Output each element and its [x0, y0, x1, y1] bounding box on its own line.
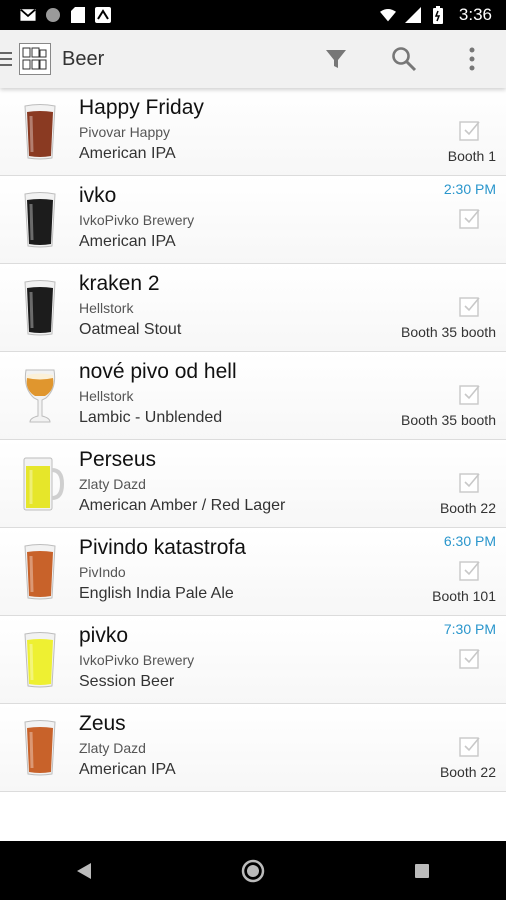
brewery-name: Hellstork — [79, 300, 134, 316]
status-bar: 3:36 — [0, 0, 506, 30]
brewery-name: IvkoPivko Brewery — [79, 652, 195, 668]
beer-glass-icon — [20, 278, 60, 338]
app-title: Beer — [62, 47, 105, 70]
beer-name: nové pivo od hell — [79, 360, 237, 383]
checkin-checkbox-icon[interactable] — [459, 383, 480, 405]
beer-glass-icon — [20, 542, 60, 602]
list-item[interactable]: kraken 2 Hellstork Oatmeal Stout Booth 3… — [0, 264, 506, 352]
beer-name: Pivindo katastrofa — [79, 536, 246, 559]
brewery-name: Zlaty Dazd — [79, 476, 146, 492]
booth-label: Booth 1 — [447, 148, 496, 164]
checkin-checkbox-icon[interactable] — [459, 207, 480, 229]
navigation-bar — [0, 841, 506, 900]
beer-glass-icon — [20, 630, 60, 690]
list-item[interactable]: Happy Friday Pivovar Happy American IPA … — [0, 88, 506, 176]
beer-list: Happy Friday Pivovar Happy American IPA … — [0, 88, 506, 792]
booth-label: Booth 35 booth — [401, 324, 496, 340]
brewery-name: IvkoPivko Brewery — [79, 212, 195, 228]
beer-style: Lambic - Unblended — [79, 409, 223, 426]
signal-icon — [404, 7, 421, 23]
menu-icon[interactable] — [0, 49, 14, 69]
beer-glass-icon — [20, 366, 60, 426]
event-time: 7:30 PM — [443, 621, 496, 637]
beer-glass-icon — [20, 454, 65, 514]
booth-label: Booth 22 — [439, 764, 496, 780]
checkin-checkbox-icon[interactable] — [459, 647, 480, 669]
search-icon[interactable] — [380, 35, 428, 83]
checkin-checkbox-icon[interactable] — [459, 735, 480, 757]
list-item[interactable]: ivko IvkoPivko Brewery American IPA 2:30… — [0, 176, 506, 264]
status-time: 3:36 — [458, 5, 492, 24]
app-bar: Beer — [0, 30, 506, 88]
back-icon[interactable] — [54, 846, 114, 896]
checkin-checkbox-icon[interactable] — [459, 295, 480, 317]
brewery-name: Zlaty Dazd — [79, 740, 146, 756]
beer-style: American IPA — [79, 233, 176, 250]
booth-label: Booth 101 — [432, 588, 496, 604]
app-logo[interactable] — [19, 43, 51, 75]
beer-glass-icon — [20, 102, 60, 162]
beer-style: Oatmeal Stout — [79, 321, 182, 338]
wifi-icon — [379, 7, 396, 23]
more-vert-icon[interactable] — [448, 35, 496, 83]
booth-label: Booth 22 — [439, 500, 496, 516]
battery-icon — [430, 6, 446, 24]
brewery-name: PivIndo — [79, 564, 126, 580]
list-item[interactable]: Pivindo katastrofa PivIndo English India… — [0, 528, 506, 616]
beer-glass-icon — [20, 718, 60, 778]
home-icon[interactable] — [223, 846, 283, 896]
beer-name: kraken 2 — [79, 272, 160, 295]
list-item[interactable]: Perseus Zlaty Dazd American Amber / Red … — [0, 440, 506, 528]
brewery-name: Hellstork — [79, 388, 134, 404]
list-item[interactable]: pivko IvkoPivko Brewery Session Beer 7:3… — [0, 616, 506, 704]
beer-name: ivko — [79, 184, 117, 207]
event-time: 6:30 PM — [443, 533, 496, 549]
beer-style: American Amber / Red Lager — [79, 497, 286, 514]
checkin-checkbox-icon[interactable] — [459, 559, 480, 581]
booth-label: Booth 35 booth — [401, 412, 496, 428]
beer-name: Zeus — [79, 712, 126, 735]
event-time: 2:30 PM — [443, 181, 496, 197]
filter-icon[interactable] — [312, 35, 360, 83]
beer-style: English India Pale Ale — [79, 585, 234, 602]
untappd-icon — [95, 7, 111, 23]
list-item[interactable]: Zeus Zlaty Dazd American IPA Booth 22 — [0, 704, 506, 792]
list-item[interactable]: nové pivo od hell Hellstork Lambic - Unb… — [0, 352, 506, 440]
circle-icon — [45, 7, 61, 23]
beer-style: American IPA — [79, 145, 176, 162]
beer-name: Perseus — [79, 448, 157, 471]
beer-name: pivko — [79, 624, 129, 647]
beer-style: Session Beer — [79, 673, 175, 690]
sd-card-icon — [70, 7, 86, 23]
brewery-name: Pivovar Happy — [79, 124, 171, 140]
recents-icon[interactable] — [392, 846, 452, 896]
gmail-icon — [20, 7, 36, 23]
checkin-checkbox-icon[interactable] — [459, 119, 480, 141]
checkin-checkbox-icon[interactable] — [459, 471, 480, 493]
beer-glass-icon — [20, 190, 60, 250]
beer-name: Happy Friday — [79, 96, 204, 119]
beer-style: American IPA — [79, 761, 176, 778]
